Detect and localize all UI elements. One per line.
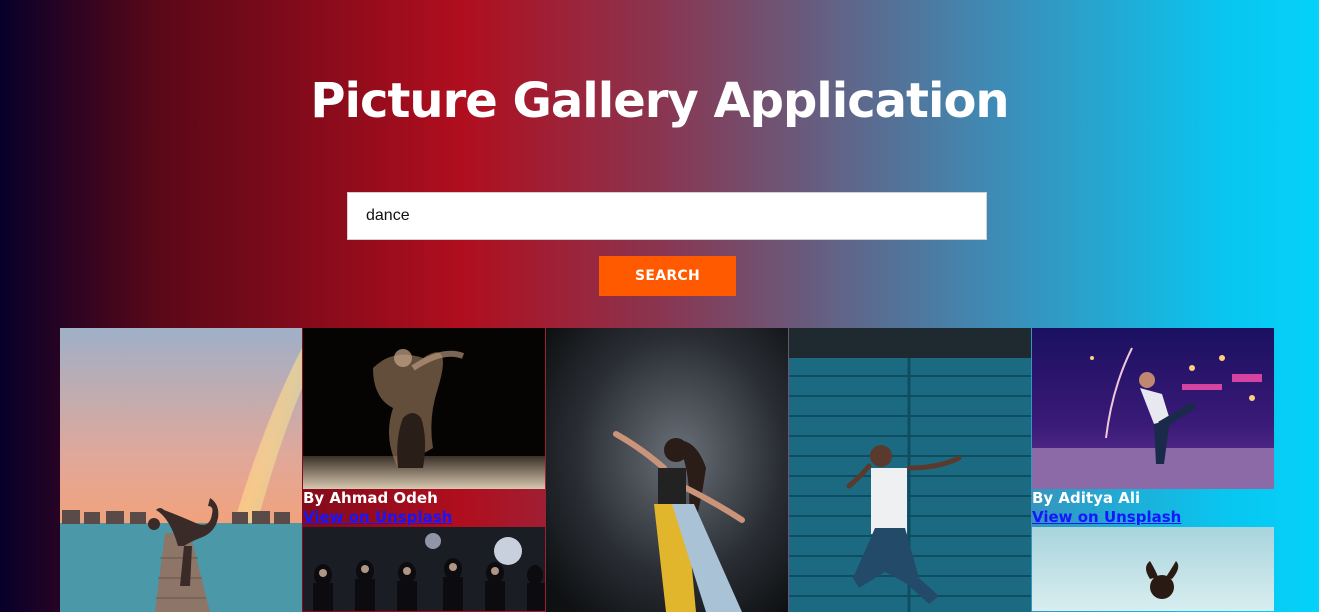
gallery-photo[interactable] — [303, 328, 545, 489]
search-button[interactable]: SEARCH — [599, 256, 736, 296]
photo-author: By Aditya Ali — [1032, 489, 1141, 507]
gallery-column: By Ahmad Odeh View on Unsplash — [303, 328, 545, 612]
gallery-photo[interactable] — [789, 328, 1031, 612]
gallery-column: By Aditya Ali View on Unsplash — [1032, 328, 1274, 612]
photo-gallery: By Ahmad Odeh View on Unsplash By Aditya… — [60, 328, 1275, 612]
view-on-unsplash-link[interactable]: View on Unsplash — [1032, 508, 1274, 527]
gallery-column — [60, 328, 302, 612]
gallery-photo[interactable] — [303, 527, 545, 611]
gallery-photo[interactable] — [1032, 328, 1274, 489]
gallery-photo[interactable] — [60, 328, 302, 612]
gallery-photo[interactable] — [1032, 527, 1274, 611]
photo-author: By Ahmad Odeh — [303, 489, 438, 507]
search-input[interactable] — [347, 192, 987, 240]
view-on-unsplash-link[interactable]: View on Unsplash — [303, 508, 545, 527]
gallery-photo[interactable] — [546, 328, 788, 612]
page-title: Picture Gallery Application — [310, 73, 1009, 129]
gallery-column — [789, 328, 1031, 612]
gallery-column — [546, 328, 788, 612]
